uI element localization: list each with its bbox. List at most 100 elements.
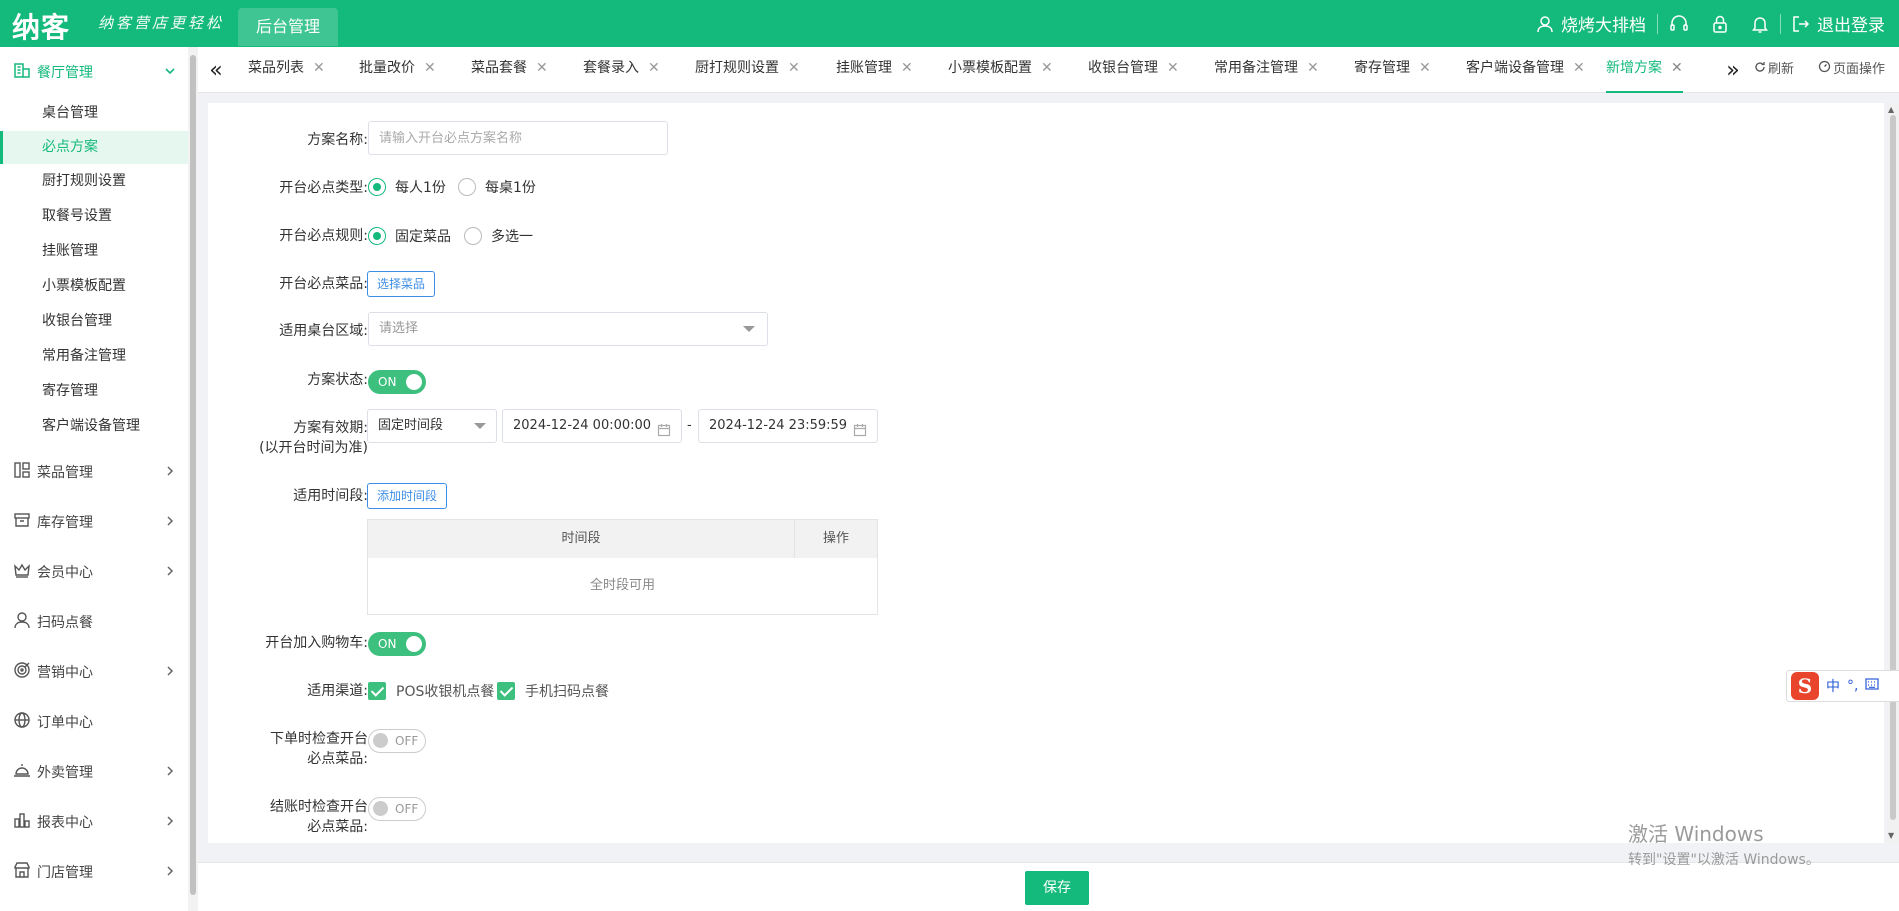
sidebar-group-orders[interactable]: 订单中心	[0, 707, 188, 737]
sidebar-group-restaurant[interactable]: 餐厅管理	[0, 57, 188, 87]
tab-label: 客户端设备管理	[1466, 60, 1564, 76]
close-icon[interactable]: ✕	[788, 60, 800, 76]
sidebar-item-client-devices[interactable]: 客户端设备管理	[0, 410, 188, 443]
bell-icon[interactable]	[1740, 0, 1780, 47]
add-period-button[interactable]: 添加时间段	[367, 483, 448, 509]
sidebar: 餐厅管理 桌台管理 必点方案 厨打规则设置 取餐号设置 挂账管理 小票模板配置 …	[0, 47, 188, 911]
add-to-cart-label: 开台加入购物车:	[265, 635, 368, 651]
tab-dish-list[interactable]: 菜品列表 ✕	[248, 47, 325, 93]
check-order-label: 下单时检查开台	[270, 731, 368, 747]
validity-mode-select[interactable]: 固定时间段	[367, 409, 497, 443]
refresh-button[interactable]: 刷新	[1754, 47, 1794, 93]
start-time-input[interactable]: 2024-12-24 00:00:00	[502, 409, 682, 443]
close-icon[interactable]: ✕	[1307, 60, 1319, 76]
sidebar-group-members[interactable]: 会员中心	[0, 557, 188, 587]
scrollbar-thumb[interactable]	[190, 55, 196, 895]
tab-storage[interactable]: 寄存管理 ✕	[1354, 47, 1431, 93]
ime-punctuation[interactable]: °,	[1847, 678, 1858, 694]
radio-label: 每桌1份	[485, 180, 536, 196]
windows-activation-watermark: 激活 Windows 转到"设置"以激活 Windows。	[1628, 818, 1820, 869]
save-button[interactable]: 保存	[1025, 871, 1089, 905]
close-icon[interactable]: ✕	[424, 60, 436, 76]
tab-set-entry[interactable]: 套餐录入 ✕	[583, 47, 660, 93]
select-dish-button[interactable]: 选择菜品	[367, 271, 436, 297]
plan-status-toggle[interactable]: ON	[368, 370, 426, 394]
sidebar-group-marketing[interactable]: 营销中心	[0, 657, 188, 687]
sidebar-group-dishes[interactable]: 菜品管理	[0, 457, 188, 487]
caret-down-icon	[474, 423, 486, 429]
headset-icon[interactable]	[1658, 0, 1700, 47]
tab-batch-price[interactable]: 批量改价 ✕	[359, 47, 436, 93]
lock-icon[interactable]	[1700, 0, 1740, 47]
sidebar-item-credit[interactable]: 挂账管理	[0, 235, 188, 268]
sidebar-item-storage[interactable]: 寄存管理	[0, 375, 188, 408]
rule-choose-one-radio[interactable]: 多选一	[464, 226, 533, 246]
sidebar-group-stores[interactable]: 门店管理	[0, 857, 188, 887]
check-order-sub-label: 必点菜品:	[307, 751, 368, 767]
sidebar-item-pickup-number[interactable]: 取餐号设置	[0, 200, 188, 233]
check-order-toggle[interactable]: OFF	[368, 729, 426, 753]
sidebar-item-remarks[interactable]: 常用备注管理	[0, 340, 188, 373]
type-per-table-radio[interactable]: 每桌1份	[458, 177, 536, 197]
sidebar-item-receipt-template[interactable]: 小票模板配置	[0, 270, 188, 303]
close-icon[interactable]: ✕	[901, 60, 913, 76]
sidebar-item-cashier[interactable]: 收银台管理	[0, 305, 188, 338]
close-icon[interactable]: ✕	[1167, 60, 1179, 76]
sidebar-group-qr-order[interactable]: 扫码点餐	[0, 607, 188, 637]
required-rule-label: 开台必点规则:	[279, 228, 368, 244]
table-area-select[interactable]: 请选择	[368, 312, 768, 346]
channel-pos-checkbox[interactable]: POS收银机点餐	[368, 681, 494, 701]
sidebar-scrollbar[interactable]	[188, 47, 198, 911]
globe-icon	[13, 711, 37, 733]
tab-credit[interactable]: 挂账管理 ✕	[836, 47, 913, 93]
scroll-up-icon[interactable]: ▲	[1888, 105, 1894, 114]
ime-toolbar[interactable]: S 中 °,	[1786, 670, 1899, 702]
logout-button[interactable]: 退出登录	[1781, 0, 1899, 47]
sidebar-item-table[interactable]: 桌台管理	[0, 97, 188, 130]
scroll-down-icon[interactable]: ▼	[1888, 831, 1894, 840]
keyboard-icon[interactable]	[1865, 678, 1880, 694]
close-icon[interactable]: ✕	[1573, 60, 1585, 76]
dish-icon	[13, 461, 37, 483]
plan-name-input[interactable]	[368, 121, 668, 155]
sidebar-group-takeaway[interactable]: 外卖管理	[0, 757, 188, 787]
ime-mode[interactable]: 中	[1826, 676, 1840, 696]
close-icon[interactable]: ✕	[1671, 60, 1683, 76]
end-time-input[interactable]: 2024-12-24 23:59:59	[698, 409, 878, 443]
radio-circle	[368, 227, 386, 245]
close-icon[interactable]: ✕	[536, 60, 548, 76]
scrollbar-thumb[interactable]	[1890, 115, 1896, 820]
close-icon[interactable]: ✕	[313, 60, 325, 76]
check-pay-toggle[interactable]: OFF	[368, 797, 426, 821]
tabs-scroll-right-icon[interactable]: »	[1718, 47, 1748, 93]
time-period-label: 适用时间段:	[293, 488, 368, 504]
validity-label: 方案有效期:	[293, 420, 368, 436]
rule-fixed-radio[interactable]: 固定菜品	[368, 226, 451, 246]
tab-new-plan[interactable]: 新增方案 ✕	[1606, 47, 1683, 93]
tab-client-devices[interactable]: 客户端设备管理 ✕	[1466, 47, 1585, 93]
page-ops-button[interactable]: 页面操作	[1818, 47, 1885, 93]
nav-tab-admin[interactable]: 后台管理	[238, 8, 338, 46]
tabs-scroll-left-icon[interactable]: «	[201, 47, 231, 93]
tab-label: 菜品列表	[248, 60, 304, 76]
close-icon[interactable]: ✕	[1041, 60, 1053, 76]
sidebar-item-kitchen-print[interactable]: 厨打规则设置	[0, 165, 188, 198]
chevron-right-icon	[164, 465, 182, 481]
store-selector[interactable]: 烧烤大排档	[1525, 0, 1657, 47]
sidebar-item-required-plan[interactable]: 必点方案	[0, 131, 188, 164]
close-icon[interactable]: ✕	[648, 60, 660, 76]
tab-cashier[interactable]: 收银台管理 ✕	[1088, 47, 1179, 93]
tab-kitchen-print[interactable]: 厨打规则设置 ✕	[695, 47, 800, 93]
content-scrollbar[interactable]: ▲ ▼	[1887, 103, 1899, 843]
sidebar-group-label: 菜品管理	[37, 465, 93, 481]
channel-qr-checkbox[interactable]: 手机扫码点餐	[497, 681, 609, 701]
sidebar-group-reports[interactable]: 报表中心	[0, 807, 188, 837]
sidebar-group-inventory[interactable]: 库存管理	[0, 507, 188, 537]
tab-dish-set[interactable]: 菜品套餐 ✕	[471, 47, 548, 93]
close-icon[interactable]: ✕	[1419, 60, 1431, 76]
tab-remarks[interactable]: 常用备注管理 ✕	[1214, 47, 1319, 93]
add-to-cart-toggle[interactable]: ON	[368, 632, 426, 656]
validity-sub-label: (以开台时间为准)	[259, 440, 368, 456]
tab-receipt-template[interactable]: 小票模板配置 ✕	[948, 47, 1053, 93]
type-per-person-radio[interactable]: 每人1份	[368, 177, 446, 197]
